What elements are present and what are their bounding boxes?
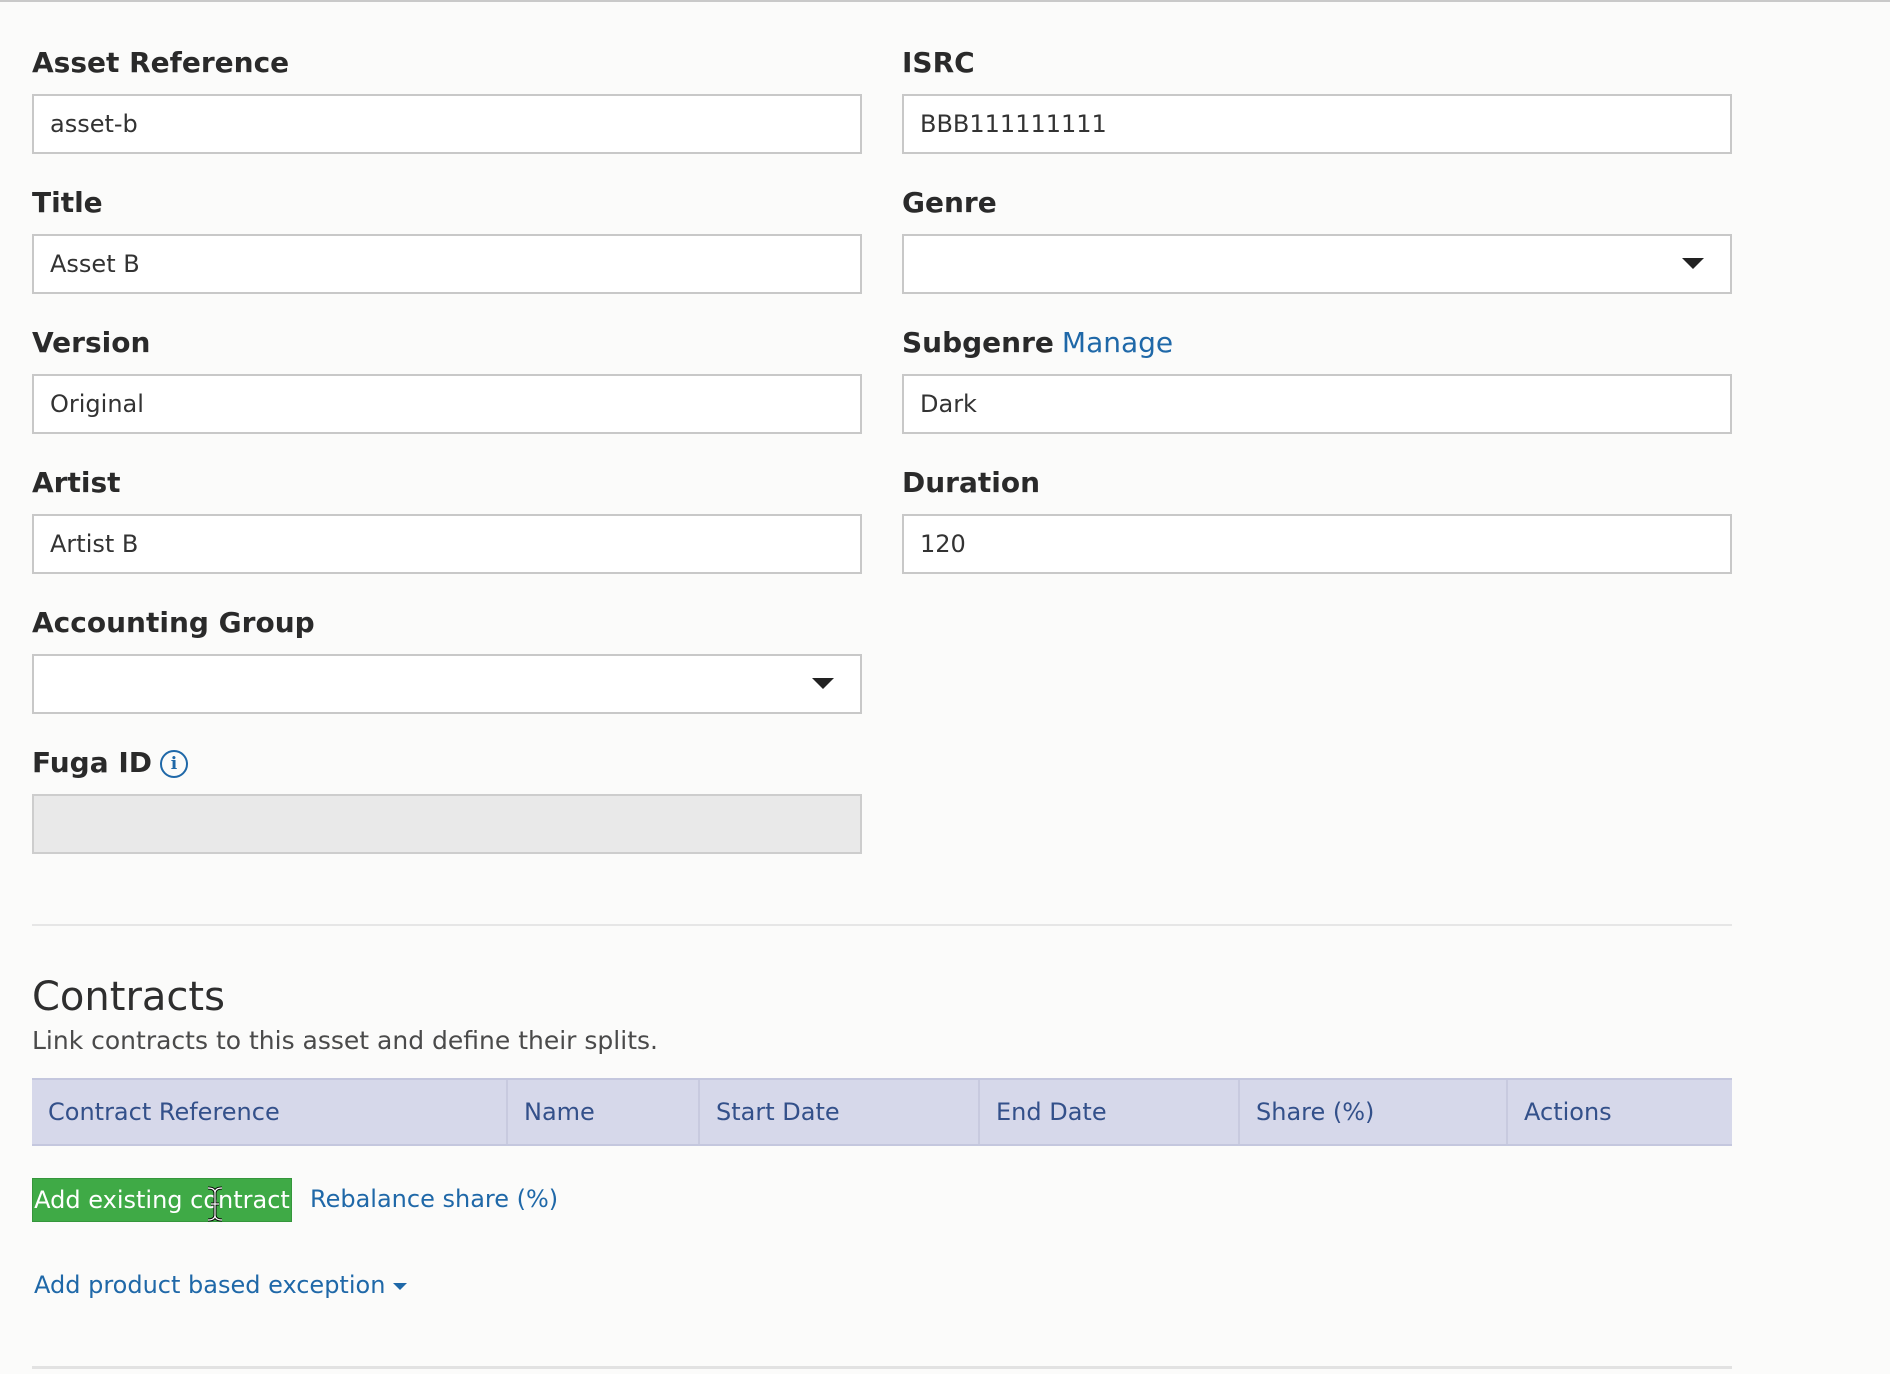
- genre-label: Genre: [902, 186, 997, 219]
- accounting-group-label: Accounting Group: [32, 606, 315, 639]
- subgenre-label: Subgenre Manage: [902, 326, 1173, 360]
- bottom-divider: [32, 1366, 1732, 1369]
- fuga-id-label: Fuga ID i: [32, 746, 189, 780]
- asset-edit-form: Asset Reference asset-b ISRC BBB11111111…: [0, 0, 1890, 1374]
- asset-reference-label: Asset Reference: [32, 46, 290, 79]
- fuga-id-label-text: Fuga ID: [32, 746, 153, 779]
- subgenre-input[interactable]: Dark: [902, 374, 1732, 434]
- contracts-section-title: Contracts: [32, 974, 225, 1020]
- column-header-actions: Actions: [1506, 1080, 1732, 1144]
- chevron-down-icon: [1682, 258, 1704, 269]
- duration-label: Duration: [902, 466, 1041, 499]
- info-icon[interactable]: i: [160, 750, 189, 778]
- version-label: Version: [32, 326, 151, 359]
- caret-down-icon: [393, 1283, 408, 1290]
- version-input[interactable]: Original: [32, 374, 862, 434]
- isrc-input[interactable]: BBB111111111: [902, 94, 1732, 154]
- column-header-name[interactable]: Name: [506, 1080, 698, 1144]
- add-product-exception-dropdown[interactable]: Add product based exception: [34, 1270, 408, 1300]
- artist-label: Artist: [32, 466, 121, 499]
- section-divider: [32, 924, 1732, 926]
- chevron-down-icon: [812, 678, 834, 689]
- text-cursor-icon: [207, 1186, 223, 1222]
- add-product-exception-label: Add product based exception: [34, 1271, 386, 1299]
- title-label: Title: [32, 186, 103, 219]
- genre-select[interactable]: [902, 234, 1732, 294]
- title-input[interactable]: Asset B: [32, 234, 862, 294]
- asset-reference-input[interactable]: asset-b: [32, 94, 862, 154]
- artist-input[interactable]: Artist B: [32, 514, 862, 574]
- column-header-end-date[interactable]: End Date: [978, 1080, 1238, 1144]
- rebalance-share-link[interactable]: Rebalance share (%): [310, 1184, 558, 1214]
- column-header-share[interactable]: Share (%): [1238, 1080, 1506, 1144]
- column-header-contract-reference[interactable]: Contract Reference: [32, 1080, 506, 1144]
- accounting-group-select[interactable]: [32, 654, 862, 714]
- column-header-start-date[interactable]: Start Date: [698, 1080, 978, 1144]
- isrc-label: ISRC: [902, 46, 975, 79]
- contracts-section-description: Link contracts to this asset and define …: [32, 1026, 658, 1055]
- contracts-table-header: Contract Reference Name Start Date End D…: [32, 1078, 1732, 1146]
- subgenre-label-text: Subgenre: [902, 326, 1054, 359]
- manage-subgenre-link[interactable]: Manage: [1062, 326, 1173, 359]
- add-existing-contract-button[interactable]: Add existing contract: [32, 1178, 292, 1222]
- fuga-id-input: [32, 794, 862, 854]
- duration-input[interactable]: 120: [902, 514, 1732, 574]
